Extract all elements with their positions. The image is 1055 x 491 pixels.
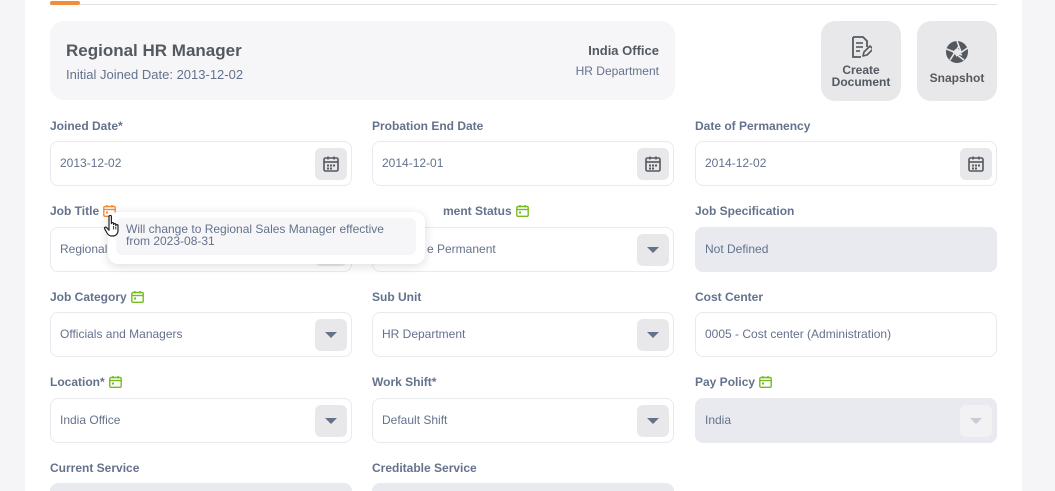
change-calendar-icon[interactable] xyxy=(108,376,122,388)
initial-joined-date: Initial Joined Date: 2013-12-02 xyxy=(66,67,244,82)
employee-job-title: Regional HR Manager xyxy=(66,41,242,60)
job-title-value: Regional xyxy=(60,242,108,256)
chevron-down-icon xyxy=(970,418,982,424)
calendar-icon xyxy=(645,156,661,172)
date-of-permanency-value: 2014-12-02 xyxy=(705,156,767,170)
joined-date-value: 2013-12-02 xyxy=(60,156,122,170)
probation-end-date-label: Probation End Date xyxy=(372,119,484,133)
cost-center-label: Cost Center xyxy=(695,290,764,304)
work-shift-select[interactable]: Default Shift xyxy=(372,398,674,443)
calendar-icon xyxy=(968,156,984,172)
pay-policy-dropdown-button xyxy=(960,405,992,437)
sub-unit-label: Sub Unit xyxy=(372,290,422,304)
employee-summary: Regional HR Manager Initial Joined Date:… xyxy=(50,21,675,100)
employee-location: India Office xyxy=(588,43,659,58)
work-shift-value: Default Shift xyxy=(382,413,448,427)
chevron-down-icon xyxy=(647,418,659,424)
camera-aperture-icon xyxy=(946,40,968,63)
creditable-service-label: Creditable Service xyxy=(372,461,477,475)
snapshot-button[interactable]: Snapshot xyxy=(917,21,997,101)
location-select[interactable]: India Office xyxy=(50,398,352,443)
location-label-text: Location* xyxy=(50,375,105,389)
snapshot-label: Snapshot xyxy=(929,71,985,85)
cost-center-input[interactable]: 0005 - Cost center (Administration) xyxy=(695,312,997,357)
pay-policy-value: India xyxy=(705,413,732,427)
tab-divider xyxy=(50,4,997,5)
chevron-down-icon xyxy=(325,332,337,338)
change-calendar-icon[interactable] xyxy=(515,205,529,217)
work-shift-label: Work Shift* xyxy=(372,375,437,389)
work-shift-dropdown-button[interactable] xyxy=(637,405,669,437)
job-specification-value: Not Defined xyxy=(705,242,769,256)
probation-end-date-input[interactable]: 2014-12-01 xyxy=(372,141,674,186)
date-of-permanency-input[interactable]: 2014-12-02 xyxy=(695,141,997,186)
active-tab-indicator[interactable] xyxy=(50,1,80,5)
create-document-label-line2: Document xyxy=(831,75,891,89)
cost-center-value: 0005 - Cost center (Administration) xyxy=(705,327,892,341)
employment-status-value: e Permanent xyxy=(427,242,496,256)
job-category-dropdown-button[interactable] xyxy=(315,319,347,351)
location-value: India Office xyxy=(60,413,121,427)
employment-status-dropdown-button[interactable] xyxy=(637,234,669,266)
location-dropdown-button[interactable] xyxy=(315,405,347,437)
job-specification-field: Not Defined xyxy=(695,227,997,272)
date-of-permanency-label: Date of Permanency xyxy=(695,119,811,133)
create-document-button[interactable]: Create Document xyxy=(821,21,901,101)
pay-policy-select: India xyxy=(695,398,997,443)
date-of-permanency-calendar-button[interactable] xyxy=(960,148,992,180)
sub-unit-value: HR Department xyxy=(382,327,466,341)
job-title-label-text: Job Title xyxy=(50,204,100,218)
pay-policy-label-text: Pay Policy xyxy=(695,375,756,389)
joined-date-calendar-button[interactable] xyxy=(315,148,347,180)
job-category-select[interactable]: Officials and Managers xyxy=(50,312,352,357)
chevron-down-icon xyxy=(325,418,337,424)
document-edit-icon xyxy=(852,36,872,58)
calendar-icon xyxy=(323,156,339,172)
current-service-field xyxy=(50,483,352,491)
location-label: Location* xyxy=(50,375,122,389)
joined-date-label: Joined Date* xyxy=(50,119,123,133)
employment-status-label-text: ment Status xyxy=(443,204,512,218)
job-category-label: Job Category xyxy=(50,290,144,304)
job-category-label-text: Job Category xyxy=(50,290,127,304)
job-category-value: Officials and Managers xyxy=(60,327,183,341)
current-service-label: Current Service xyxy=(50,461,140,475)
job-title-change-tooltip: Will change to Regional Sales Manager ef… xyxy=(108,212,425,264)
change-calendar-icon[interactable] xyxy=(759,376,772,388)
joined-date-input[interactable]: 2013-12-02 xyxy=(50,141,352,186)
pay-policy-label: Pay Policy xyxy=(695,375,772,389)
tooltip-line-2: from 2023-08-31 xyxy=(126,234,215,248)
change-calendar-icon[interactable] xyxy=(130,291,144,303)
probation-end-date-value: 2014-12-01 xyxy=(382,156,444,170)
sub-unit-dropdown-button[interactable] xyxy=(637,319,669,351)
chevron-down-icon xyxy=(647,247,659,253)
probation-end-date-calendar-button[interactable] xyxy=(637,148,669,180)
sub-unit-select[interactable]: HR Department xyxy=(372,312,674,357)
creditable-service-field xyxy=(372,483,674,491)
job-specification-label: Job Specification xyxy=(695,204,795,218)
employee-department: HR Department xyxy=(575,64,659,78)
chevron-down-icon xyxy=(647,332,659,338)
tooltip-content: Will change to Regional Sales Manager ef… xyxy=(116,218,416,255)
hand-cursor-icon xyxy=(104,214,119,237)
